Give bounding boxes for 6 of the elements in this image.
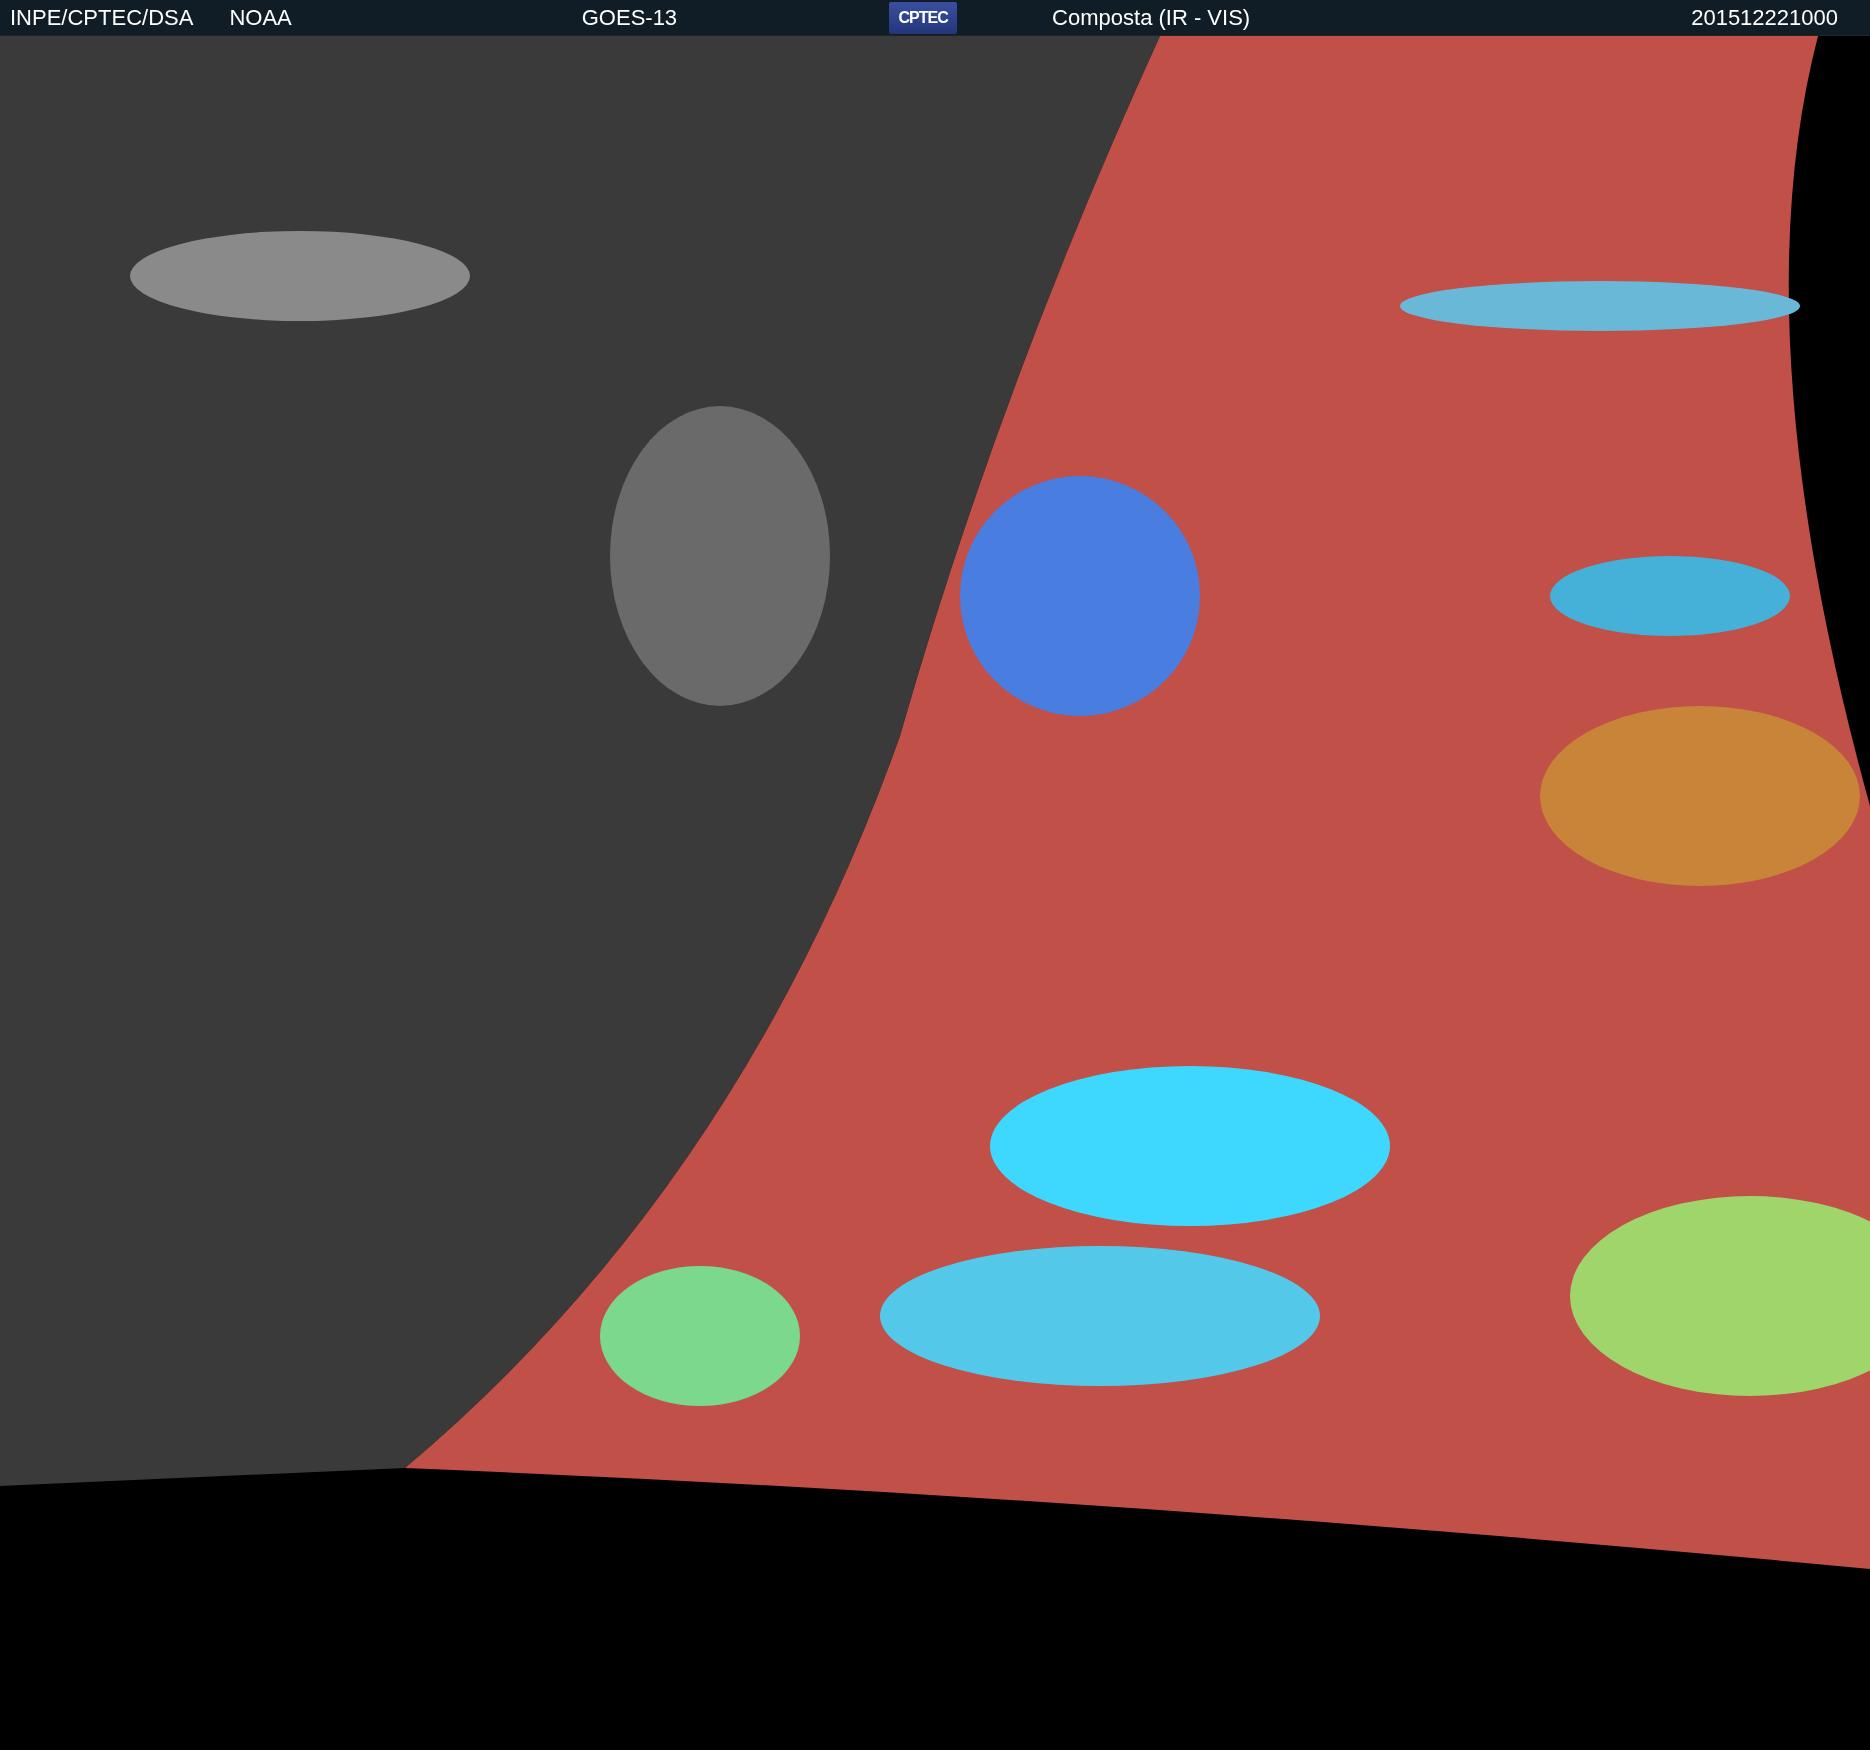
satellite-name: GOES-13 (581, 4, 678, 31)
credit-text: INPE/CPTEC/DSA (10, 4, 194, 31)
logo: CPTEC (889, 1, 958, 34)
timestamp: 201512221000 (1691, 4, 1838, 31)
credit-text: NOAA (229, 4, 292, 31)
product-title: Composta (IR - VIS) (1052, 4, 1251, 31)
